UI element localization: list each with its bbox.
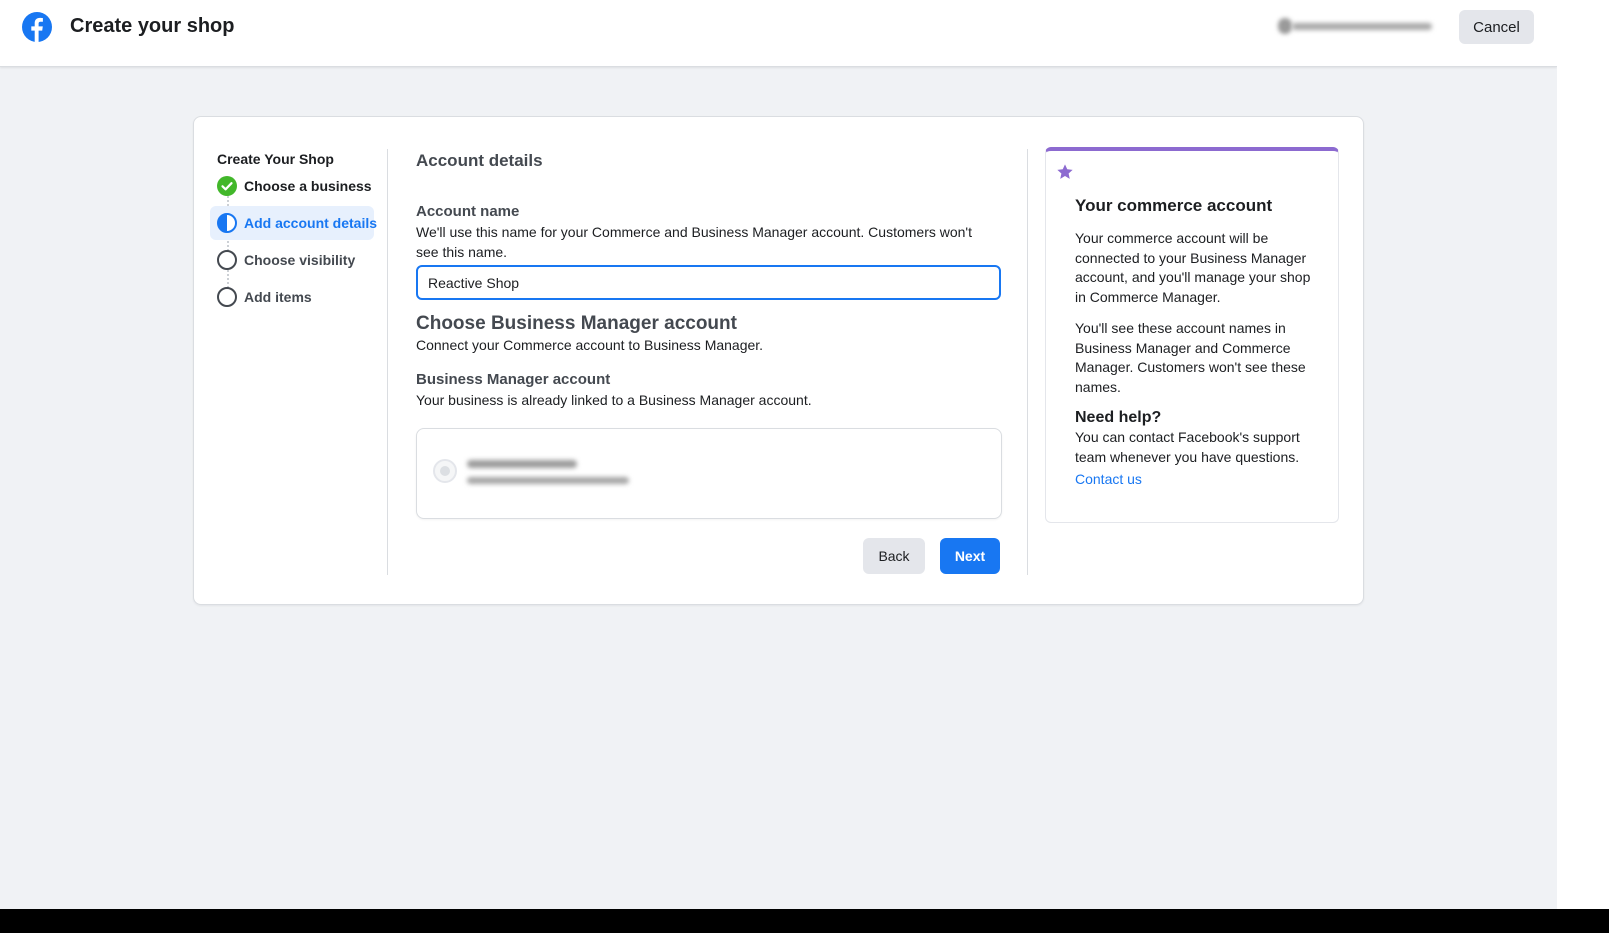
account-name-label: Account name: [416, 203, 520, 220]
scrollbar-track[interactable]: [1557, 0, 1609, 909]
account-name-input[interactable]: [416, 265, 1001, 300]
info-title: Your commerce account: [1075, 196, 1273, 215]
next-button[interactable]: Next: [940, 538, 1000, 574]
section-title: Account details: [416, 151, 543, 170]
info-paragraph: Your commerce account will be connected …: [1075, 230, 1311, 305]
bm-account-id-redacted: [467, 477, 629, 484]
bm-account-label: Business Manager account: [416, 371, 611, 388]
check-circle-icon: [217, 176, 237, 196]
account-switcher[interactable]: [1278, 18, 1434, 34]
step-choose-business[interactable]: Choose a business: [210, 169, 374, 203]
step-label: Add account details: [244, 215, 378, 231]
divider: [1027, 149, 1028, 575]
step-add-items[interactable]: Add items: [210, 280, 374, 314]
step-label: Choose visibility: [244, 252, 356, 268]
facebook-logo-icon[interactable]: [22, 12, 52, 42]
help-text: You can contact Facebook's support team …: [1075, 429, 1300, 465]
bm-account-name-redacted: [467, 460, 577, 468]
page: Create your shop Cancel Create Your Shop…: [0, 0, 1557, 909]
bm-subheading: Connect your Commerce account to Busines…: [416, 337, 764, 353]
setup-card: Create Your Shop Choose a business Add a…: [193, 116, 1364, 605]
account-name-redacted: [1292, 23, 1432, 30]
page-title: Create your shop: [70, 15, 235, 37]
back-button[interactable]: Back: [863, 538, 925, 574]
star-icon: [1057, 164, 1073, 179]
bm-account-option[interactable]: [416, 428, 1002, 519]
cancel-button[interactable]: Cancel: [1459, 10, 1534, 44]
help-title: Need help?: [1075, 409, 1162, 426]
main-form: Account details Account name We'll use t…: [416, 117, 1002, 606]
empty-circle-icon: [217, 287, 237, 307]
half-circle-icon: [217, 213, 237, 233]
account-name-help: We'll use this name for your Commerce an…: [416, 224, 972, 260]
empty-circle-icon: [217, 250, 237, 270]
step-add-account-details[interactable]: Add account details: [210, 206, 378, 240]
step-choose-visibility[interactable]: Choose visibility: [210, 243, 374, 277]
divider: [387, 149, 388, 575]
steps-title: Create Your Shop: [217, 151, 334, 167]
bm-account-radio[interactable]: [433, 459, 457, 483]
account-avatar: [1278, 18, 1292, 34]
contact-us-link[interactable]: Contact us: [1075, 471, 1142, 487]
info-panel: Your commerce account Your commerce acco…: [1045, 147, 1339, 523]
bm-heading: Choose Business Manager account: [416, 313, 737, 334]
top-bar: Create your shop Cancel: [0, 0, 1557, 67]
step-label: Add items: [244, 289, 312, 305]
info-paragraph: You'll see these account names in Busine…: [1075, 320, 1306, 395]
step-label: Choose a business: [244, 178, 372, 194]
bm-account-help: Your business is already linked to a Bus…: [416, 392, 812, 408]
